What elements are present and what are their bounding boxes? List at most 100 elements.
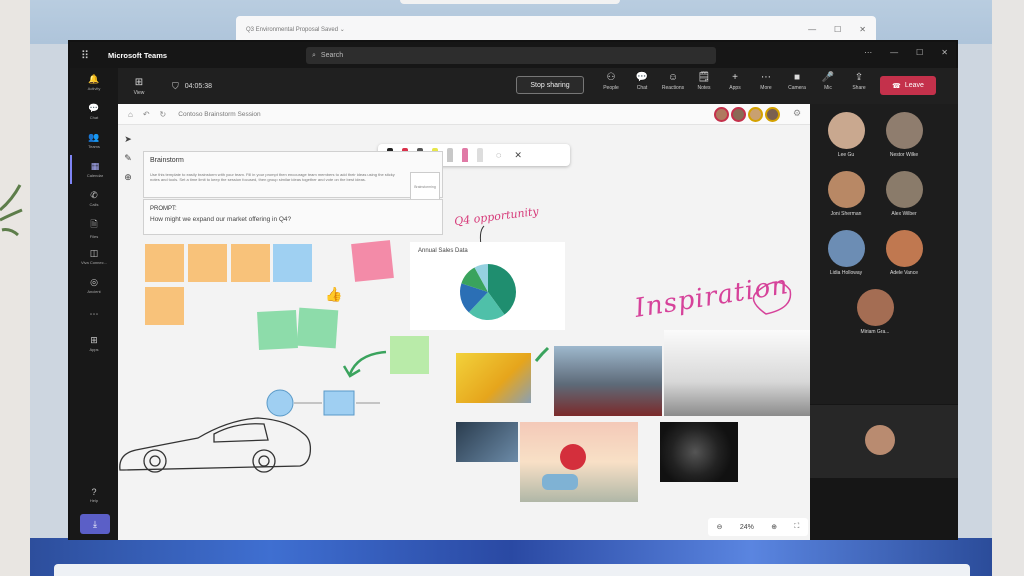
rail-item-label: Chat [89,115,99,120]
rail-item-chat[interactable]: 💬 Chat [70,97,118,126]
action-label: Camera [788,85,806,91]
background-window-edge [400,0,620,4]
participant-name: Joni Sherman [830,211,862,217]
participant-tile[interactable]: Miriam Gra... [845,289,905,335]
leave-button[interactable]: ☎ Leave [880,76,936,95]
participant-name: Miriam Gra... [860,329,890,335]
vintage-car-photo[interactable] [664,330,810,416]
rail-item-calls[interactable]: ✆ Calls [70,184,118,213]
maximize-icon[interactable]: ☐ [916,48,923,57]
yellow-car-photo[interactable] [456,353,531,403]
close-icon[interactable]: ✕ [941,48,948,57]
view-button[interactable]: ⊞ View [124,77,154,96]
reactions-icon: ☺ [667,72,679,83]
more-icon: ⋯ [761,72,771,83]
action-label: People [603,85,619,91]
whiteboard-canvas[interactable]: ⌂ ↶ ↻ Contoso Brainstorm Session ⚙ ➤ ✎ ⊕ [118,104,810,540]
share-button[interactable]: ⇪ Share [844,72,874,91]
rail-item-activity[interactable]: 🔔 Activity [70,68,118,97]
stop-sharing-button[interactable]: Stop sharing [516,76,584,94]
meeting-toolbar: ⊞ View ⛉ 04:05:38 Stop sharing ⚇ People 💬 C… [118,68,958,104]
chat-icon: 💬 [635,72,649,83]
rail-item-teams[interactable]: 👥 Teams [70,126,118,155]
search-input[interactable]: ⌕ Search [306,47,716,64]
participant-tile[interactable]: Lidia Holloway [816,230,876,276]
car-sketch [119,417,312,473]
chat-button[interactable]: 💬 Chat [627,72,657,91]
participant-tile[interactable]: Alex Wilber [874,171,934,217]
compass-icon: ◎ [90,277,98,287]
viva-icon: ◫ [89,248,99,258]
rail-item-more[interactable]: ⋯ [70,300,118,329]
rail-item-files[interactable]: 🗎 Files [70,213,118,242]
apps-plus-icon: + [732,72,738,83]
action-label: Notes [697,85,711,91]
help-button[interactable]: ? Help [70,480,118,509]
search-icon: ⌕ [312,51,316,59]
phone-icon: ✆ [90,190,98,200]
rail-item-calendar[interactable]: ▦ Calendar [70,155,118,184]
more-button[interactable]: ⋯ More [751,72,781,91]
maximize-icon[interactable]: ☐ [834,25,841,34]
avatar [885,112,923,149]
avatar [885,171,923,208]
more-options-icon[interactable]: ⋯ [864,48,872,57]
heart-car-photo[interactable] [520,422,638,502]
grid-view-icon: ⊞ [134,76,144,88]
participant-tile[interactable]: Joni Sherman [816,171,876,217]
participant-tile[interactable]: Lee Gu [816,112,876,158]
mic-button[interactable]: 🎤 Mic [813,72,843,91]
download-button[interactable]: ⤓ [80,514,110,534]
file-icon: 🗎 [90,218,98,229]
rail-item-label: Apps [89,347,99,352]
app-title: Microsoft Teams [108,50,168,60]
app-launcher-icon[interactable]: ⠿ [70,49,100,62]
zoom-in-icon[interactable]: ⊕ [771,523,777,531]
wall [992,0,1024,576]
rail-item-viva-connec[interactable]: ◫ Viva Connec... [70,242,118,271]
wall [0,0,30,576]
fit-screen-icon[interactable]: ⛶ [794,523,799,531]
participant-grid: Lee Gu Nestor Wilke Joni Sherman Alex Wilbe… [810,104,958,404]
avatar[interactable] [865,425,895,455]
action-label: Share [852,85,866,91]
speedometer-photo[interactable] [660,422,738,482]
camera-icon: ■ [793,72,801,83]
action-label: More [760,85,772,91]
close-icon[interactable]: ✕ [859,25,866,34]
minimize-icon[interactable]: — [808,25,816,34]
bell-icon: 🔔 [88,74,100,84]
teams-window: ⠿ Microsoft Teams ⌕ Search ⋯ — ☐ ✕ 🔔 Acti… [68,40,958,540]
phone-hangup-icon: ☎ [892,82,901,90]
camera-button[interactable]: ■ Camera [782,72,812,91]
participant-name: Alex Wilber [891,211,917,217]
leave-label: Leave [904,82,924,89]
avatar [827,112,865,149]
app-rail: 🔔 Activity 💬 Chat 👥 Teams ▦ Calendar ✆ Calls 🗎 File… [70,68,118,540]
participant-name: Lidia Holloway [829,270,863,276]
people-button[interactable]: ⚇ People [596,72,626,91]
people-icon: ⚇ [606,72,616,83]
rail-item-label: Viva Connec... [81,260,107,265]
participant-name: Adele Vance [890,270,918,276]
rail-item-apps[interactable]: ⊞ Apps [70,329,118,358]
notes-button[interactable]: 🗒 Notes [689,72,719,91]
minimize-icon[interactable]: — [890,48,898,57]
rail-item-label: Teams [88,144,100,149]
zoom-level: 24% [739,523,754,531]
avatar [827,230,865,267]
rail-item-label: Calendar [86,173,104,178]
chat-icon: 💬 [88,103,100,113]
apps-button[interactable]: + Apps [720,72,750,91]
rail-item-label: Files [89,233,99,239]
race-car-photo[interactable] [554,346,662,416]
sales-chart-card[interactable]: Annual Sales Data [410,242,565,330]
title-bar: ⠿ Microsoft Teams ⌕ Search ⋯ — ☐ ✕ [70,42,956,68]
rail-item-label: Calls [89,202,99,207]
participant-tile[interactable]: Adele Vance [874,230,934,276]
zoom-out-icon[interactable]: ⊖ [717,523,723,531]
participant-tile[interactable]: Nestor Wilke [874,112,934,158]
rail-item-ancient[interactable]: ◎ Ancient [70,271,118,300]
car-door-photo[interactable] [456,422,518,462]
reactions-button[interactable]: ☺ Reactions [658,72,688,91]
